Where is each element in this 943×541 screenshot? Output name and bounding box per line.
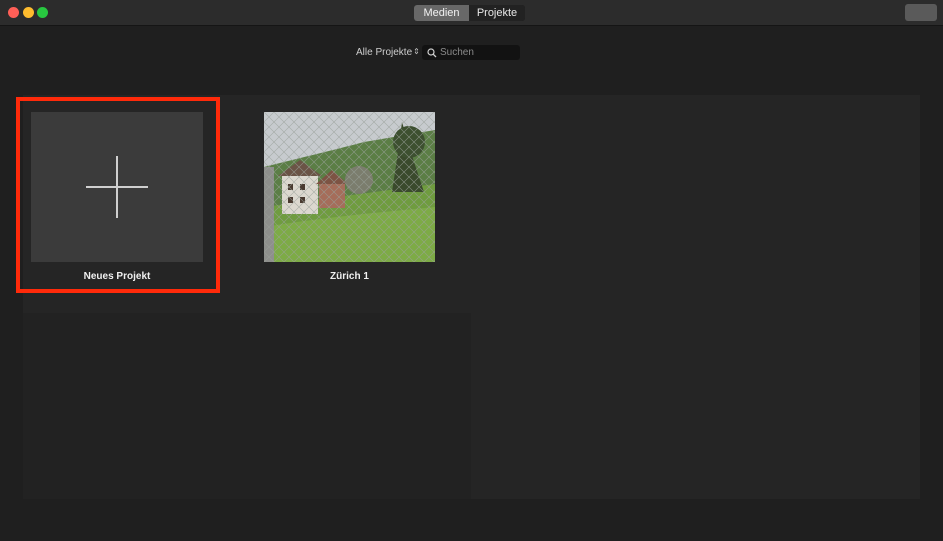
project-title: Zürich 1: [330, 271, 369, 282]
project-filter-select[interactable]: Alle Projekte ⇕: [356, 47, 420, 58]
empty-area: [23, 313, 471, 499]
search-field[interactable]: [422, 45, 520, 60]
close-window-button[interactable]: [8, 7, 19, 18]
updown-chevron-icon: ⇕: [413, 47, 420, 56]
empty-panel: [471, 95, 920, 499]
tab-media[interactable]: Medien: [414, 5, 469, 21]
new-project-label: Neues Projekt: [83, 271, 151, 282]
imovie-window: Medien Projekte Alle Projekte ⇕ Neues Pr…: [0, 0, 943, 541]
minimize-window-button[interactable]: [23, 7, 34, 18]
search-input[interactable]: [440, 47, 518, 58]
new-project-card[interactable]: [31, 112, 203, 262]
zoom-window-button[interactable]: [37, 7, 48, 18]
project-thumbnail-image: [264, 112, 435, 262]
project-filter-label: Alle Projekte: [356, 46, 413, 58]
title-bar: Medien Projekte: [0, 0, 943, 26]
project-thumbnail[interactable]: [264, 112, 435, 262]
plus-icon-vertical: [116, 156, 118, 218]
view-switcher: Medien Projekte: [414, 5, 525, 21]
search-icon: [427, 47, 437, 57]
tab-projects[interactable]: Projekte: [469, 5, 525, 21]
project-filter[interactable]: Alle Projekte ⇕: [356, 44, 420, 60]
toolbar-right-button[interactable]: [905, 4, 937, 21]
